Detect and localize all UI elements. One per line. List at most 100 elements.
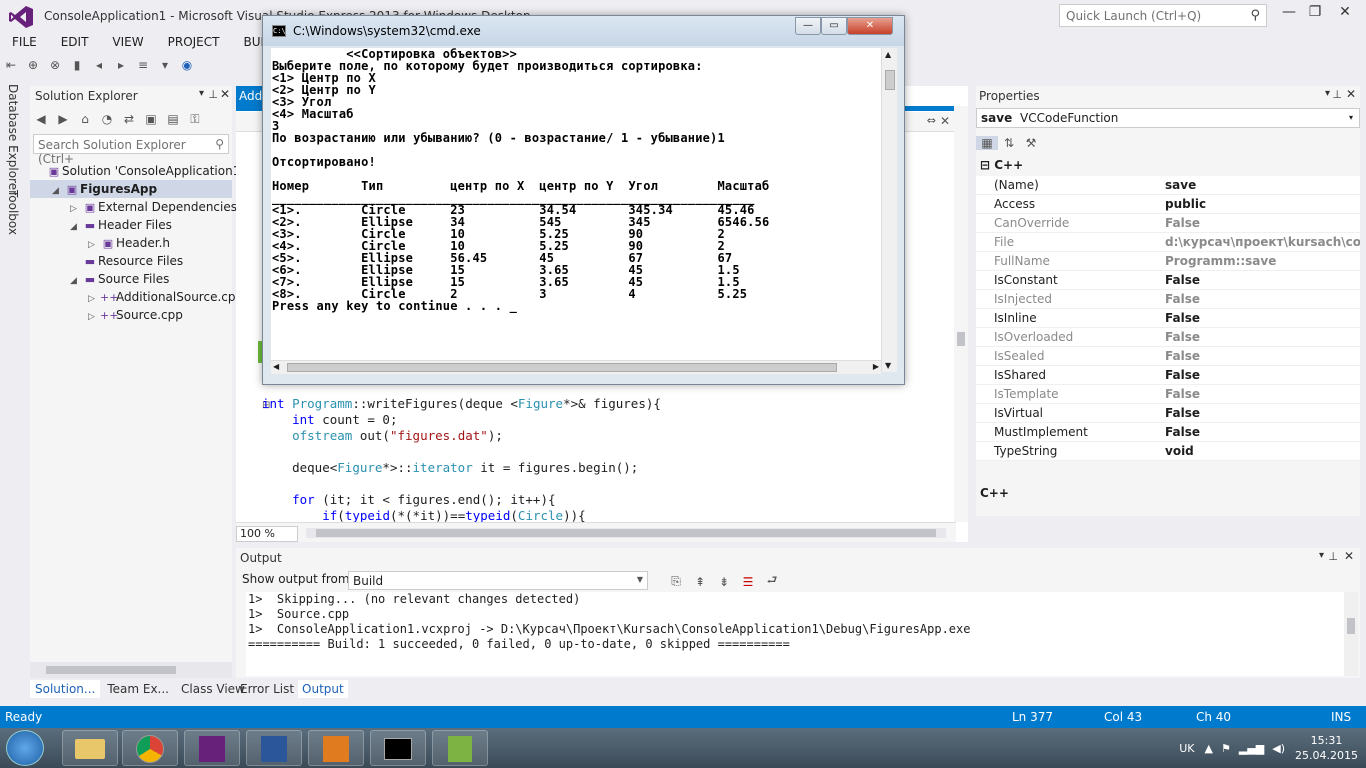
categorized-icon[interactable]: ▦ [976,136,998,150]
toolbar-remove-icon[interactable]: ⊗ [44,58,66,72]
minimize-button[interactable]: — [1276,4,1302,24]
menu-project[interactable]: PROJECT [156,33,232,51]
property-value[interactable]: False [1146,385,1360,404]
property-value[interactable]: False [1146,309,1360,328]
tab-team-explorer[interactable]: Team Ex... [102,680,174,698]
property-value[interactable]: False [1146,290,1360,309]
property-value[interactable]: False [1146,404,1360,423]
file-explorer-taskbar-icon[interactable] [62,730,118,766]
pin-icon[interactable]: ⊥ [1328,550,1338,563]
property-row[interactable]: IsInline False [976,309,1360,328]
solution-explorer-scrollbar[interactable] [30,662,232,678]
property-row[interactable]: CanOverride False [976,214,1360,233]
alphabetical-icon[interactable]: ⇅ [998,136,1020,150]
toolbar-navigate-back-icon[interactable]: ◉ [176,58,198,72]
scroll-left-icon[interactable]: ◀ [273,362,279,371]
editor-close-icon[interactable]: ✕ [940,114,950,128]
tree-item[interactable]: ▬ Resource Files [30,252,232,270]
maximize-button[interactable]: ❐ [1302,4,1328,24]
property-row[interactable]: IsShared False [976,366,1360,385]
output-scrollbar[interactable] [1344,592,1358,676]
tray-show-hidden-icon[interactable]: ▲ [1205,742,1213,755]
toolbar-bookmark-icon[interactable]: ▮ [66,58,88,72]
editor-vertical-scrollbar[interactable] [954,106,968,522]
tree-item[interactable]: ▷ ++Source.cpp [30,306,232,324]
dropdown-icon[interactable]: ▾ [199,88,204,99]
property-value[interactable]: save [1146,176,1360,195]
toolbar-comment-icon[interactable]: ≡ [132,58,154,72]
pin-icon[interactable]: ⊥ [208,88,218,101]
property-row[interactable]: IsInjected False [976,290,1360,309]
dropdown-icon[interactable]: ▾ [1325,88,1330,99]
property-row[interactable]: FullName Programm::save [976,252,1360,271]
split-icon[interactable]: ⇔ [927,114,936,127]
cmd-window[interactable]: C:\ C:\Windows\system32\cmd.exe — ▭ ✕ <<… [262,15,905,385]
property-value[interactable]: public [1146,195,1360,214]
toolbox-tab[interactable]: Toolbox [6,190,20,235]
word-taskbar-icon[interactable] [246,730,302,766]
menu-file[interactable]: FILE [0,33,49,51]
tree-item[interactable]: ▷ ▣ External Dependencies [30,198,237,216]
notes-taskbar-icon[interactable] [432,730,488,766]
menu-view[interactable]: VIEW [100,33,155,51]
editor-tab-active[interactable]: Addi [236,86,266,106]
next-message-icon[interactable]: ⇟ [712,575,736,589]
property-row[interactable]: Access public [976,195,1360,214]
sync-icon[interactable]: ⇄ [118,112,140,126]
tray-network-icon[interactable]: ▂▄▆ [1239,742,1264,755]
property-row[interactable]: IsConstant False [976,271,1360,290]
word-wrap-icon[interactable]: ⮐ [760,571,784,592]
history-icon[interactable]: ◔ [96,112,118,126]
toolbar-bookmark-next-icon[interactable]: ▸ [110,58,132,72]
property-row[interactable]: IsSealed False [976,347,1360,366]
collapse-icon[interactable]: ▣ [140,112,162,126]
scroll-down-icon[interactable]: ▼ [885,361,891,370]
properties-category[interactable]: ⊟ C++ [976,158,1023,176]
property-row[interactable]: MustImplement False [976,423,1360,442]
property-value[interactable]: d:\курсач\проект\kursach\console [1146,233,1360,252]
tray-clock[interactable]: 15:31 25.04.2015 [1295,733,1358,763]
visual-studio-taskbar-icon[interactable] [184,730,240,766]
property-value[interactable]: Programm::save [1146,252,1360,271]
editor-horizontal-scrollbar[interactable] [306,528,946,538]
tree-item[interactable]: ▷ ▣ Header.h [30,234,232,252]
cmd-title-bar[interactable]: C:\ C:\Windows\system32\cmd.exe — ▭ ✕ [263,16,904,46]
back-icon[interactable]: ◀ [30,112,52,126]
tab-output[interactable]: Output [298,680,348,698]
property-value[interactable]: void [1146,442,1360,461]
tree-item[interactable]: ◢ ▬ Header Files [30,216,232,234]
close-icon[interactable]: ✕ [1346,87,1356,101]
tree-item[interactable]: ◢ ▬ Source Files [30,270,232,288]
properties-icon[interactable]: ⚿ [184,112,206,127]
keyboard-language[interactable]: UK [1179,742,1194,755]
cmd-taskbar-icon[interactable] [370,730,426,766]
property-row[interactable]: IsOverloaded False [976,328,1360,347]
clear-all-icon[interactable]: ☰ [736,575,760,589]
tab-solution-explorer[interactable]: Solution... [30,680,101,698]
show-all-icon[interactable]: ▤ [162,112,184,126]
home-icon[interactable]: ⌂ [74,112,96,126]
property-value[interactable]: False [1146,328,1360,347]
property-value[interactable]: False [1146,271,1360,290]
cmd-minimize-button[interactable]: — [795,17,821,35]
tab-error-list[interactable]: Error List [236,680,298,698]
prev-message-icon[interactable]: ⇞ [688,575,712,589]
find-message-icon[interactable]: ⎘ [664,574,688,589]
chrome-taskbar-icon[interactable] [122,730,178,766]
dropdown-icon[interactable]: ▾ [1319,550,1324,561]
close-icon[interactable]: ✕ [220,87,230,101]
toolbar-back-icon[interactable]: ⇤ [0,58,22,72]
scroll-up-icon[interactable]: ▲ [885,50,891,59]
property-value[interactable]: False [1146,214,1360,233]
property-value[interactable]: False [1146,423,1360,442]
tree-item[interactable]: ◢ ▣ FiguresApp [30,180,232,198]
properties-object-selector[interactable]: save VCCodeFunction ▾ [976,108,1360,128]
cmd-close-button[interactable]: ✕ [847,17,893,35]
property-pages-icon[interactable]: ⚒ [1020,136,1042,150]
zoom-level[interactable]: 100 % [236,526,298,542]
toolbar-overflow-icon[interactable]: ▾ [154,58,176,72]
pin-icon[interactable]: ⊥ [1332,88,1342,101]
menu-edit[interactable]: EDIT [49,33,101,51]
property-row[interactable]: TypeString void [976,442,1360,461]
tree-item[interactable]: ▷ ++AdditionalSource.cpp [30,288,243,306]
